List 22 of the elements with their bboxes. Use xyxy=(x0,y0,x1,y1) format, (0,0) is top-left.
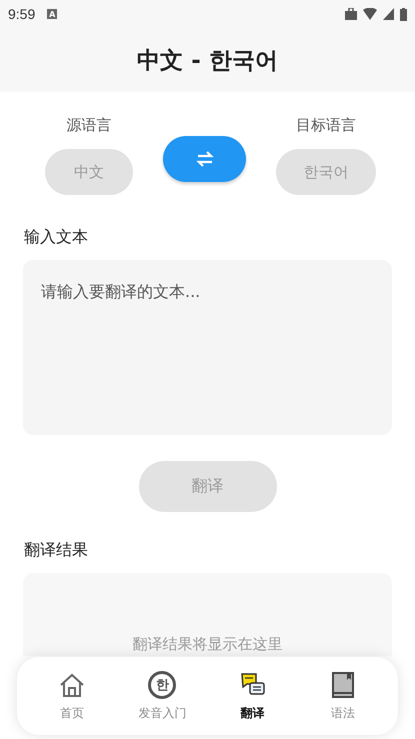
input-field[interactable]: 请输入要翻译的文本... xyxy=(23,260,392,435)
swap-arrows-icon xyxy=(194,151,214,167)
target-language-chip[interactable]: 한국어 xyxy=(276,149,376,195)
briefcase-icon xyxy=(345,8,357,20)
input-label: 输入文本 xyxy=(23,227,89,248)
result-field: 翻译结果将显示在这里 xyxy=(23,573,392,656)
notification-icon: A xyxy=(47,9,58,19)
page-title: 中文 - 한국어 xyxy=(137,46,278,76)
nav-tab[interactable]: 语法 xyxy=(302,666,383,726)
target-language-label: 目标语言 xyxy=(296,116,356,135)
hangul-icon: 한 xyxy=(148,670,176,698)
nav-tab[interactable]: 首页 xyxy=(32,666,112,726)
wifi-icon xyxy=(363,8,377,20)
signal-icon xyxy=(383,8,394,20)
source-language-chip[interactable]: 中文 xyxy=(45,149,133,195)
result-label: 翻译结果 xyxy=(23,540,89,561)
status-time: 9:59 xyxy=(8,6,36,22)
nav-tab[interactable]: 한 发音入门 xyxy=(122,666,202,726)
battery-icon xyxy=(400,8,407,20)
swap-languages-button[interactable] xyxy=(163,136,246,182)
nav-tab[interactable]: 翻译 xyxy=(212,666,293,726)
source-language-label: 源语言 xyxy=(66,116,112,135)
